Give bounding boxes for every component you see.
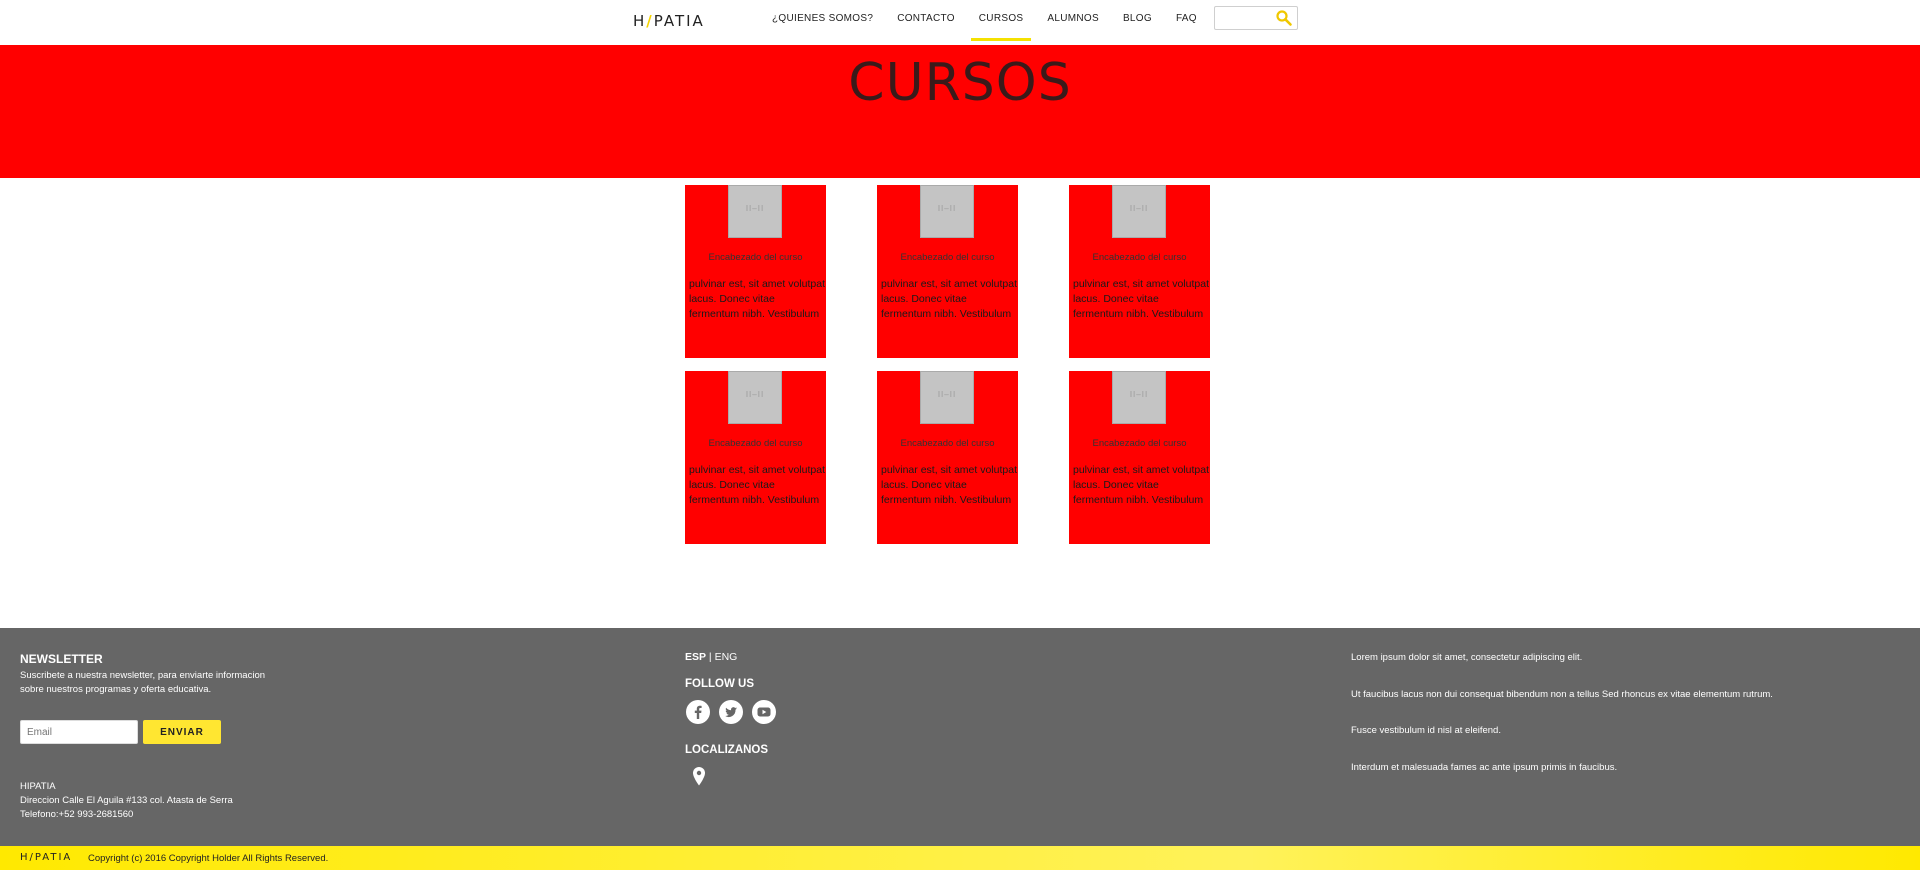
copyright-bar: H/PATIA Copyright (c) 2016 Copyright Hol…: [0, 846, 1920, 870]
twitter-icon[interactable]: [718, 699, 744, 725]
lang-separator: |: [706, 651, 715, 663]
course-card[interactable]: II–II Encabezado del curso pulvinar est,…: [1069, 185, 1210, 358]
search-icon[interactable]: [1275, 9, 1293, 27]
footer-logo[interactable]: H/PATIA: [20, 852, 72, 863]
address-phone: Telefono:+52 993-2681560: [20, 809, 134, 820]
image-placeholder-glyph: II–II: [937, 390, 957, 399]
image-placeholder-glyph: II–II: [1129, 390, 1149, 399]
footer-text-line: Lorem ipsum dolor sit amet, consectetur …: [1351, 652, 1583, 663]
course-image-placeholder: II–II: [920, 371, 974, 424]
locate-title: LOCALIZANOS: [685, 744, 769, 756]
newsletter-description: Suscribete a nuestra newsletter, para en…: [20, 670, 266, 695]
search-box: [1214, 6, 1298, 30]
image-placeholder-glyph: II–II: [745, 204, 765, 213]
hero-banner: CURSOS: [0, 45, 1920, 178]
logo-suffix: PATIA: [653, 12, 705, 30]
nav-item-quienes-somos[interactable]: ¿QUIENES SOMOS?: [760, 0, 885, 41]
nav-item-faq[interactable]: FAQ: [1164, 0, 1209, 41]
course-description: pulvinar est, sit amet volutpat lacus. D…: [689, 278, 825, 320]
follow-us-title: FOLLOW US: [685, 678, 754, 690]
course-title: Encabezado del curso: [708, 252, 803, 263]
course-image-placeholder: II–II: [920, 185, 974, 238]
language-switcher: ESP | ENG: [685, 651, 737, 663]
search-input[interactable]: [1219, 10, 1275, 26]
top-nav: H/PATIA ¿QUIENES SOMOS? CONTACTO CURSOS …: [0, 0, 1920, 45]
nav-item-alumnos[interactable]: ALUMNOS: [1035, 0, 1111, 41]
course-title: Encabezado del curso: [1092, 252, 1187, 263]
course-title: Encabezado del curso: [900, 438, 995, 449]
image-placeholder-glyph: II–II: [937, 204, 957, 213]
course-description: pulvinar est, sit amet volutpat lacus. D…: [881, 464, 1017, 506]
course-title: Encabezado del curso: [708, 438, 803, 449]
course-image-placeholder: II–II: [1112, 185, 1166, 238]
footer-text-line: Interdum et malesuada fames ac ante ipsu…: [1351, 762, 1618, 773]
site-footer: NEWSLETTER Suscribete a nuestra newslett…: [0, 628, 1920, 846]
course-description: pulvinar est, sit amet volutpat lacus. D…: [1073, 278, 1209, 320]
youtube-icon[interactable]: [751, 699, 777, 725]
course-card[interactable]: II–II Encabezado del curso pulvinar est,…: [877, 185, 1018, 358]
lang-eng[interactable]: ENG: [715, 651, 738, 663]
copyright-text: Copyright (c) 2016 Copyright Holder All …: [88, 853, 329, 864]
footer-text-line: Fusce vestibulum id nisl at eleifend.: [1351, 725, 1501, 736]
nav-item-contacto[interactable]: CONTACTO: [885, 0, 967, 41]
course-image-placeholder: II–II: [728, 371, 782, 424]
course-title: Encabezado del curso: [900, 252, 995, 263]
map-pin-icon[interactable]: [692, 767, 706, 787]
page-title: CURSOS: [848, 53, 1072, 113]
newsletter-title: NEWSLETTER: [20, 652, 103, 666]
lang-esp[interactable]: ESP: [685, 651, 706, 663]
course-card[interactable]: II–II Encabezado del curso pulvinar est,…: [877, 371, 1018, 544]
logo-mark: /: [646, 12, 654, 30]
newsletter-submit-button[interactable]: ENVIAR: [143, 720, 221, 744]
main-menu: ¿QUIENES SOMOS? CONTACTO CURSOS ALUMNOS …: [760, 0, 1209, 41]
course-card[interactable]: II–II Encabezado del curso pulvinar est,…: [1069, 371, 1210, 544]
course-description: pulvinar est, sit amet volutpat lacus. D…: [1073, 464, 1209, 506]
image-placeholder-glyph: II–II: [745, 390, 765, 399]
course-description: pulvinar est, sit amet volutpat lacus. D…: [881, 278, 1017, 320]
nav-item-blog[interactable]: BLOG: [1111, 0, 1164, 41]
address-name: HIPATIA: [20, 781, 56, 792]
footer-text-line: Ut faucibus lacus non dui consequat bibe…: [1351, 689, 1773, 700]
course-image-placeholder: II–II: [728, 185, 782, 238]
course-card[interactable]: II–II Encabezado del curso pulvinar est,…: [685, 371, 826, 544]
course-card[interactable]: II–II Encabezado del curso pulvinar est,…: [685, 185, 826, 358]
facebook-icon[interactable]: [685, 699, 711, 725]
course-title: Encabezado del curso: [1092, 438, 1187, 449]
site-logo[interactable]: H/PATIA: [633, 12, 705, 30]
address-line: Direccion Calle El Aguila #133 col. Atas…: [20, 795, 233, 806]
course-image-placeholder: II–II: [1112, 371, 1166, 424]
image-placeholder-glyph: II–II: [1129, 204, 1149, 213]
logo-prefix: H: [633, 12, 647, 30]
nav-item-cursos[interactable]: CURSOS: [967, 0, 1036, 41]
course-description: pulvinar est, sit amet volutpat lacus. D…: [689, 464, 825, 506]
newsletter-email-input[interactable]: [20, 720, 138, 744]
